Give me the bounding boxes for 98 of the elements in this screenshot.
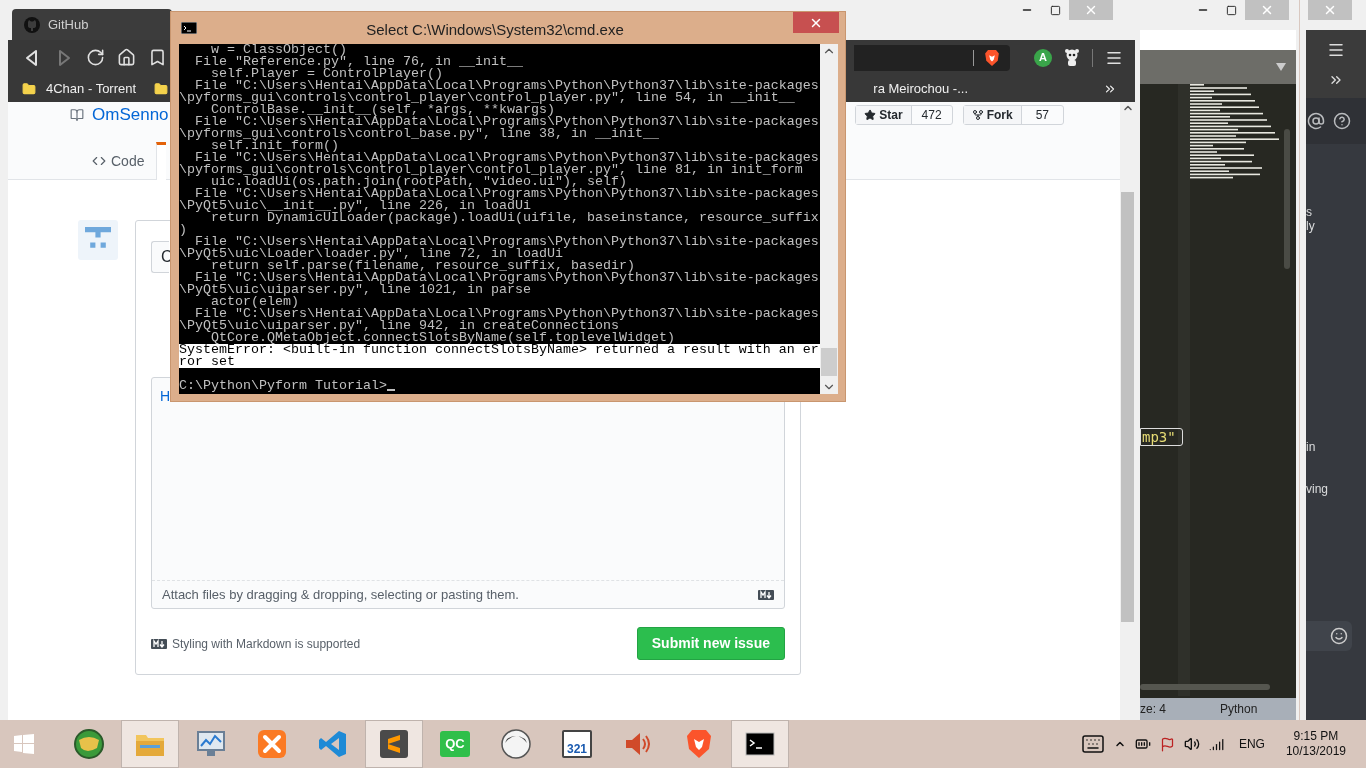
emoji-icon[interactable] xyxy=(1330,627,1348,645)
flag-icon[interactable] xyxy=(1159,736,1175,752)
user-avatar xyxy=(78,220,118,260)
star-icon xyxy=(864,109,877,121)
reload-icon[interactable] xyxy=(86,48,105,67)
taskbar-button[interactable]: 321 xyxy=(548,720,606,768)
markdown-icon xyxy=(151,638,167,649)
console-line: File "C:\Users\Hentai\AppData\Local\Programs\Python\Python37\lib\site-packages xyxy=(195,308,820,320)
close-icon xyxy=(1323,3,1337,17)
console-line: File "C:\Users\Hentai\AppData\Local\Programs\Python\Python37\lib\site-packages xyxy=(195,80,820,92)
scrollbar-thumb[interactable] xyxy=(1121,192,1134,622)
signal-icon[interactable] xyxy=(1208,736,1224,752)
mention-icon[interactable] xyxy=(1307,112,1325,130)
status-text: ze: 4 xyxy=(1140,701,1167,718)
console-line: actor(elem) xyxy=(211,296,299,308)
console-line: ) xyxy=(179,224,188,236)
dropdown-icon[interactable] xyxy=(1276,63,1286,71)
star-count[interactable]: 472 xyxy=(910,106,952,124)
attach-hint[interactable]: Attach files by dragging & dropping, selecting or pasting them. xyxy=(152,580,784,608)
vscode-icon xyxy=(318,729,348,759)
code-icon xyxy=(92,154,106,168)
monitor-icon xyxy=(196,730,226,758)
fork-button[interactable]: Fork xyxy=(963,106,1021,124)
console-line: uic.loadUi(os.path.join(rootPath, "video.ui"), self) xyxy=(211,176,627,188)
folder-icon[interactable] xyxy=(154,81,169,96)
window-title: Select C:\Windows\System32\cmd.exe xyxy=(365,20,625,40)
lion-shield-icon[interactable] xyxy=(984,48,1000,67)
console-line: \PyQt5\uic\__init__.py", line 226, in loadUi xyxy=(179,200,531,212)
xampp-icon xyxy=(257,729,287,759)
chat-text: ving xyxy=(1306,481,1328,498)
lion-shield-icon xyxy=(685,729,713,759)
console-line: \PyQt5\uic\Loader\loader.py", line 72, in loadUi xyxy=(179,248,563,260)
fork-icon xyxy=(971,109,984,121)
maximize-icon xyxy=(1225,4,1237,16)
panda-icon[interactable] xyxy=(1064,48,1080,67)
chat-text: ly xyxy=(1306,218,1315,235)
clock-date: 10/13/2019 xyxy=(1285,744,1346,759)
console-line: return self.parse(filename, resource_suffix, basedir) xyxy=(211,260,635,272)
console-icon xyxy=(181,22,197,34)
console-line: File "C:\Users\Hentai\AppData\Local\Programs\Python\Python37\lib\site-packages xyxy=(195,188,820,200)
console-line: w = ClassObject() xyxy=(211,44,347,56)
windows-icon xyxy=(13,733,35,755)
close-icon xyxy=(1260,3,1274,17)
console-line: File "C:\Users\Hentai\AppData\Local\Programs\Python\Python37\lib\site-packages xyxy=(195,236,820,248)
avatar-icon xyxy=(501,729,531,759)
console-line: ControlBase.__init__(self, *args, **kwargs) xyxy=(211,104,555,116)
volume-icon[interactable] xyxy=(1183,736,1200,752)
bookmark-item[interactable]: ra Meirochou -... xyxy=(873,78,968,99)
browser-tab[interactable]: GitHub xyxy=(12,9,172,40)
console-line: File "C:\Users\Hentai\AppData\Local\Programs\Python\Python37\lib\site-packages xyxy=(195,152,820,164)
chat-text: s xyxy=(1306,204,1312,221)
console-line: return DynamicUILoader(package).loadUi(uifile, baseinstance, resource_suffix xyxy=(211,212,820,224)
console-line: \PyQt5\uic\uiparser.py", line 942, in createConnections xyxy=(179,320,619,332)
language-indicator[interactable]: ENG xyxy=(1238,735,1265,753)
taskbar-button[interactable] xyxy=(731,720,789,768)
markdown-icon xyxy=(758,589,774,600)
console-line: QtCore.QMetaObject.connectSlotsByName(self.toplevelWidget) xyxy=(211,332,676,344)
console-line: self.Player = ControlPlayer() xyxy=(211,68,443,80)
code-snippet: mp3" xyxy=(1140,428,1183,446)
console-line: \pyforms_gui\controls\control_base.py", line 38, in __init__ xyxy=(179,128,659,140)
syntax-label[interactable]: Python xyxy=(1220,700,1258,718)
bookmark-icon[interactable] xyxy=(148,48,167,67)
body-text: H xyxy=(160,388,171,404)
terminal-icon xyxy=(745,732,775,756)
address-bar[interactable] xyxy=(854,44,1010,71)
bookmark-item[interactable]: 4Chan - Torrent xyxy=(22,78,137,99)
console-line: \pyforms_gui\controls\control_player\control_player.py", line 54, in __init__ xyxy=(179,92,795,104)
taskbar-button[interactable] xyxy=(365,720,423,768)
fork-count[interactable]: 57 xyxy=(1020,106,1063,124)
sublime-icon xyxy=(379,729,409,759)
repo-link[interactable]: OmSenno xyxy=(92,104,169,126)
console-line: File "C:\Users\Hentai\AppData\Local\Programs\Python\Python37\lib\site-packages xyxy=(195,272,820,284)
markdown-note: Styling with Markdown is supported xyxy=(172,635,361,653)
console-line: self.init_form() xyxy=(211,140,339,152)
command-prompt[interactable]: C:\Python\Pyform Tutorial> xyxy=(179,380,820,392)
repo-icon xyxy=(70,108,84,122)
console-line: File "C:\Users\Hentai\AppData\Local\Programs\Python\Python37\lib\site-packages xyxy=(195,116,820,128)
repo-tab[interactable]: Code xyxy=(80,142,157,180)
console-line: \pyforms_gui\controls\control_player\control_player.py", line 81, in init_form xyxy=(179,164,803,176)
folder-icon xyxy=(22,81,36,96)
close-icon xyxy=(1084,3,1098,17)
globe-icon xyxy=(73,728,105,760)
help-icon[interactable] xyxy=(1333,112,1351,130)
app-label: 321 xyxy=(562,730,592,758)
octocat-icon xyxy=(24,16,40,33)
battery-icon[interactable] xyxy=(1134,736,1151,752)
clock[interactable]: 9:15 PM 10/13/2019 xyxy=(1285,729,1346,759)
scrollbar-thumb[interactable] xyxy=(821,348,837,376)
repo-tab[interactable] xyxy=(156,142,167,180)
clock-time: 9:15 PM xyxy=(1293,729,1339,744)
chat-text: in xyxy=(1306,439,1316,456)
star-button[interactable]: Star xyxy=(856,106,911,124)
maximize-icon xyxy=(1049,4,1061,16)
home-icon[interactable] xyxy=(117,48,136,67)
console-line: \PyQt5\uic\uiparser.py", line 1021, in parse xyxy=(179,284,531,296)
keyboard-icon[interactable] xyxy=(1080,732,1105,756)
console-line: File "Reference.py", line 76, in __init__ xyxy=(194,56,524,68)
app-label: QC xyxy=(440,731,470,757)
